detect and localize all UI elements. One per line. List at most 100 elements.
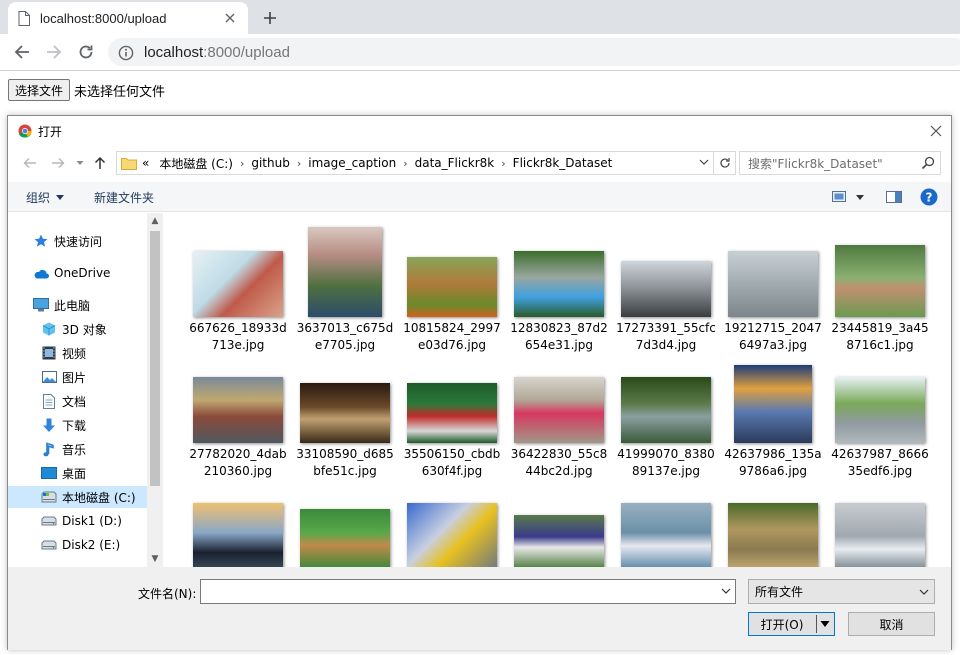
document-icon: [40, 392, 58, 410]
breadcrumb-item[interactable]: Flickr8k_Dataset: [513, 156, 613, 170]
file-name-line2: 7d3d4.jpg: [635, 338, 697, 352]
page-icon: [18, 10, 30, 26]
image-thumbnail: [407, 503, 497, 567]
file-item[interactable]: 17273391_55cfc 7d3d4.jpg: [616, 227, 716, 352]
file-item[interactable]: 41999070_8380 89137e.jpg: [616, 353, 716, 478]
split-divider: [816, 615, 817, 633]
new-folder-button[interactable]: 新建文件夹: [94, 189, 154, 206]
scroll-up-arrow-icon[interactable]: ▲: [147, 213, 163, 229]
file-thumbnail-frame: [295, 479, 395, 567]
file-item[interactable]: 42637986_135a 9786a6.jpg: [723, 353, 823, 478]
image-thumbnail: [300, 383, 390, 443]
file-item[interactable]: 47870024_73a4: [402, 479, 502, 567]
file-input: 选择文件 未选择任何文件: [8, 79, 165, 101]
url-path: :8000/upload: [203, 43, 290, 61]
file-item[interactable]: 19212715_2047 6497a3.jpg: [723, 227, 823, 352]
open-dropdown-icon[interactable]: [820, 618, 830, 633]
recent-dropdown-icon[interactable]: [70, 153, 90, 173]
chevron-down-icon[interactable]: [721, 585, 731, 599]
image-thumbnail: [728, 503, 818, 567]
help-icon[interactable]: ?: [919, 187, 939, 207]
file-thumbnail-frame: [616, 227, 716, 317]
file-item[interactable]: 50030244_02cd: [723, 479, 823, 567]
refresh-icon[interactable]: [713, 152, 735, 174]
breadcrumb[interactable]: « 本地磁盘 (C:) › github › image_caption › data…: [116, 151, 736, 175]
dialog-forward-icon[interactable]: [48, 153, 68, 173]
browser-tabstrip: localhost:8000/upload: [0, 0, 960, 34]
image-thumbnail: [193, 251, 283, 317]
image-thumbnail: [621, 261, 711, 317]
file-item[interactable]: 35506150_cbdb 630f4f.jpg: [402, 353, 502, 478]
dialog-address-row: « 本地磁盘 (C:) › github › image_caption › data…: [8, 149, 951, 177]
file-item[interactable]: 10815824_2997 e03d76.jpg: [402, 227, 502, 352]
file-item[interactable]: 49553964_cee9: [616, 479, 716, 567]
open-button[interactable]: 打开(O): [748, 612, 835, 636]
reload-icon[interactable]: [72, 38, 100, 66]
address-bar[interactable]: localhost:8000/upload: [108, 38, 960, 66]
organize-button[interactable]: 组织: [26, 189, 65, 206]
file-name-line2: 8716c1.jpg: [846, 338, 914, 352]
nav-label: Disk1 (D:): [62, 514, 122, 528]
filename-input[interactable]: [200, 579, 736, 604]
forward-arrow-icon[interactable]: [40, 38, 68, 66]
new-tab-icon[interactable]: [259, 7, 281, 29]
back-arrow-icon[interactable]: [8, 38, 36, 66]
image-thumbnail: [734, 365, 812, 443]
download-icon: [40, 416, 58, 434]
file-item[interactable]: 667626_18933d 713e.jpg: [188, 227, 288, 352]
filetype-select[interactable]: 所有文件: [748, 579, 935, 604]
search-icon[interactable]: [921, 156, 935, 173]
file-name: 35506150_cbdb 630f4f.jpg: [402, 446, 502, 480]
breadcrumb-item[interactable]: data_Flickr8k: [415, 156, 495, 170]
file-item[interactable]: 27782020_4dab 210360.jpg: [188, 353, 288, 478]
file-name-line2: e7705.jpg: [314, 338, 376, 352]
chevron-right-icon: ›: [239, 156, 245, 170]
file-item[interactable]: 42637987_8666 35edf6.jpg: [830, 353, 930, 478]
file-item[interactable]: 36422830_55c8 44bc2d.jpg: [509, 353, 609, 478]
breadcrumb-item[interactable]: github: [251, 156, 289, 170]
nav-item-local-disk-c[interactable]: 本地磁盘 (C:): [8, 486, 148, 508]
file-name-line2: 713e.jpg: [211, 338, 265, 352]
file-item[interactable]: 47871819_db55: [509, 479, 609, 567]
dialog-back-icon[interactable]: [20, 153, 40, 173]
tab-close-icon[interactable]: [222, 10, 238, 26]
nav-label: 3D 对象: [62, 322, 107, 337]
file-thumbnail-frame: [723, 353, 823, 443]
file-name-line2: 630f4f.jpg: [421, 464, 483, 478]
image-thumbnail: [514, 377, 604, 443]
browser-tab[interactable]: localhost:8000/upload: [8, 2, 248, 34]
file-item[interactable]: 23445819_3a45 8716c1.jpg: [830, 227, 930, 352]
file-thumbnail-frame: [830, 353, 930, 443]
file-item[interactable]: 33108590_d685 bfe51c.jpg: [295, 353, 395, 478]
file-item[interactable]: 53043785_c468: [830, 479, 930, 567]
breadcrumb-overflow[interactable]: «: [142, 156, 149, 170]
up-arrow-icon[interactable]: [90, 153, 110, 173]
chevron-down-icon[interactable]: [699, 156, 709, 171]
chevron-right-icon: ›: [403, 156, 408, 170]
filetype-value: 所有文件: [755, 585, 804, 599]
dialog-close-icon[interactable]: [927, 122, 945, 140]
file-list: 667626_18933d 713e.jpg 3637013_c675d e7705.…: [164, 213, 937, 567]
open-label: 打开(O): [760, 617, 804, 632]
breadcrumb-item[interactable]: image_caption: [308, 156, 396, 170]
view-options-button[interactable]: [830, 187, 866, 207]
music-icon: [40, 440, 58, 458]
cancel-button[interactable]: 取消: [848, 612, 935, 636]
file-thumbnail-frame: [509, 227, 609, 317]
preview-pane-icon[interactable]: [884, 187, 904, 207]
nav-scroll-thumb[interactable]: [150, 231, 160, 486]
choose-file-button[interactable]: 选择文件: [8, 79, 71, 101]
info-icon[interactable]: [118, 43, 134, 60]
nav-scrollbar[interactable]: ▲ ▼: [147, 213, 163, 567]
scroll-down-arrow-icon[interactable]: ▼: [147, 551, 163, 567]
file-item[interactable]: 44129946_9eeb: [188, 479, 288, 567]
file-name-line1: 42637987_8666: [831, 447, 929, 461]
search-input[interactable]: 搜索"Flickr8k_Dataset": [739, 151, 941, 175]
breadcrumb-item[interactable]: 本地磁盘 (C:): [159, 155, 233, 172]
file-thumbnail-frame: [723, 479, 823, 567]
file-item[interactable]: 12830823_87d2 654e31.jpg: [509, 227, 609, 352]
file-name-line1: 12830823_87d2: [510, 321, 608, 335]
nav-label: 下载: [62, 418, 87, 433]
file-item[interactable]: 44856031_0d82: [295, 479, 395, 567]
file-item[interactable]: 3637013_c675d e7705.jpg: [295, 227, 395, 352]
